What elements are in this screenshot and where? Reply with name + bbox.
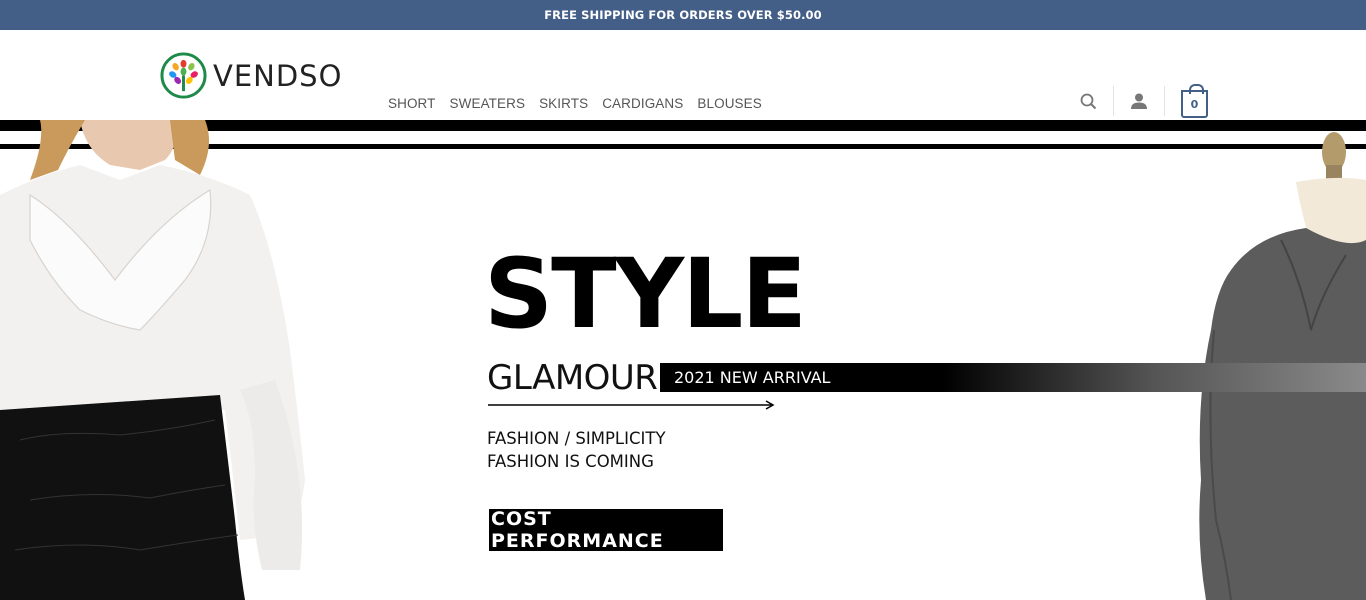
hero-banner[interactable]: STYLE GLAMOUR 2021 NEW ARRIVAL FASHION /… <box>0 120 1366 600</box>
model-image-left <box>0 120 305 600</box>
cost-performance-button[interactable]: COST PERFORMANCE <box>489 508 723 552</box>
hero-tagline-1: FASHION / SIMPLICITY <box>487 429 666 448</box>
hero-subtitle: GLAMOUR <box>487 358 658 398</box>
cart-count: 0 <box>1190 97 1199 111</box>
account-button[interactable] <box>1130 92 1148 110</box>
hero-tagline-2: FASHION IS COMING <box>487 452 654 471</box>
arrival-text: 2021 NEW ARRIVAL <box>674 368 831 387</box>
nav-item-skirts[interactable]: SKIRTS <box>539 96 588 111</box>
user-icon <box>1131 93 1147 109</box>
model-image-right <box>1199 132 1366 600</box>
search-button[interactable] <box>1080 93 1097 110</box>
brand-name: VENDSO <box>213 58 343 93</box>
nav-item-short[interactable]: SHORT <box>388 96 436 111</box>
site-header: VENDSO SHORT SWEATERS SKIRTS CARDIGANS B… <box>0 30 1366 120</box>
announcement-text: FREE SHIPPING FOR ORDERS OVER $50.00 <box>544 8 822 22</box>
divider <box>1113 86 1114 116</box>
arrow-icon <box>488 400 775 410</box>
divider <box>1164 86 1165 116</box>
nav-item-cardigans[interactable]: CARDIGANS <box>602 96 683 111</box>
hero-title: STYLE <box>484 238 807 350</box>
main-nav: SHORT SWEATERS SKIRTS CARDIGANS BLOUSES <box>388 96 776 111</box>
brand-logo[interactable]: VENDSO <box>160 52 342 99</box>
search-icon <box>1080 93 1097 109</box>
nav-item-sweaters[interactable]: SWEATERS <box>450 96 526 111</box>
cart-button[interactable]: 0 <box>1181 84 1208 118</box>
logo-icon <box>160 52 207 99</box>
announcement-bar: FREE SHIPPING FOR ORDERS OVER $50.00 <box>0 0 1366 30</box>
header-actions: 0 <box>1080 84 1208 118</box>
nav-item-blouses[interactable]: BLOUSES <box>697 96 761 111</box>
